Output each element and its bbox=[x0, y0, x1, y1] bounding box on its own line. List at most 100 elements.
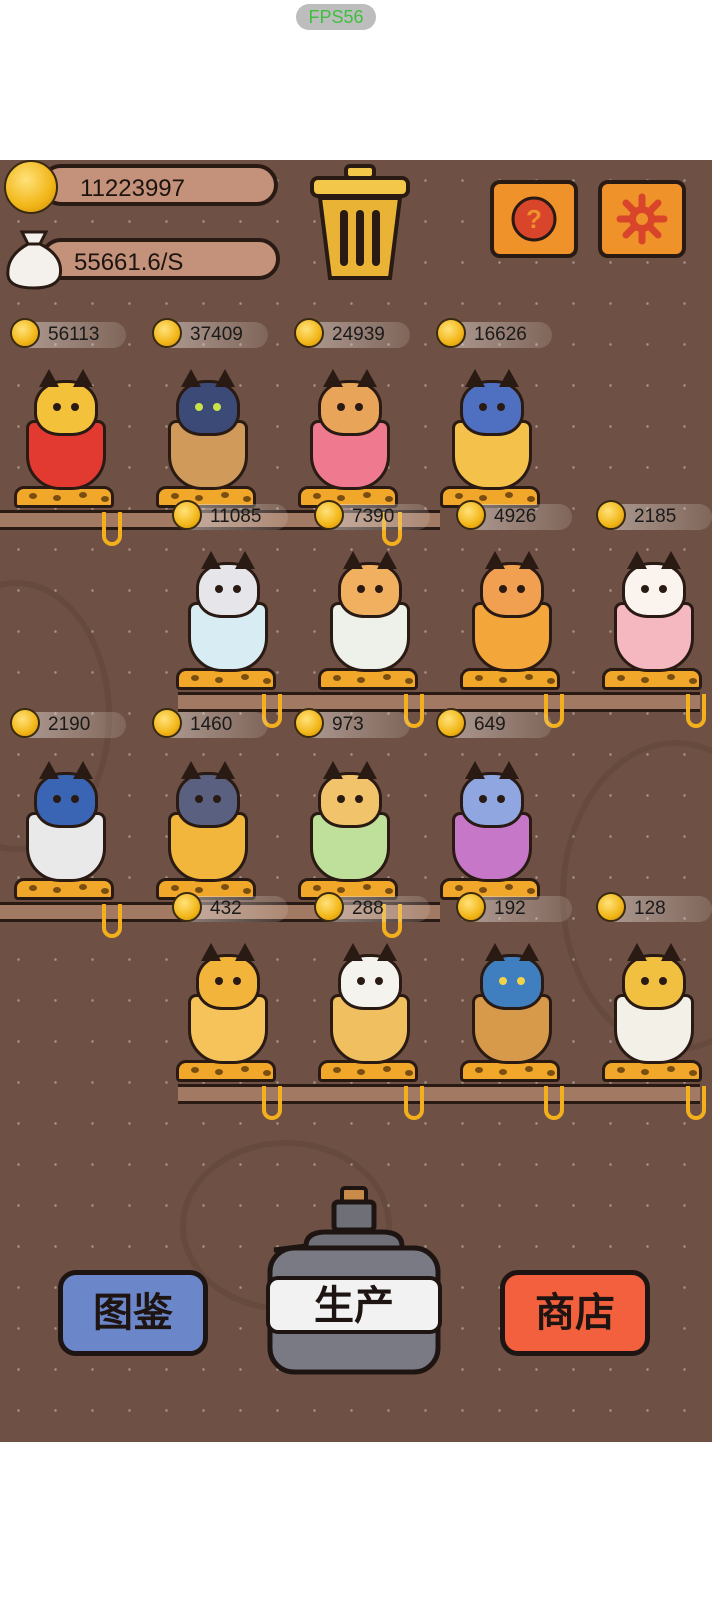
coin-icon bbox=[436, 318, 466, 348]
cat-figure bbox=[480, 551, 544, 618]
coin-icon bbox=[456, 500, 486, 530]
cat-slot[interactable] bbox=[8, 730, 138, 900]
price-value: 649 bbox=[474, 714, 506, 735]
coin-balance-value: 11223997 bbox=[80, 175, 185, 202]
settings-button[interactable] bbox=[598, 180, 686, 258]
cat-figure bbox=[34, 761, 98, 828]
price-tag: 432 bbox=[172, 892, 288, 922]
cat-slot[interactable] bbox=[8, 338, 138, 508]
cat-slot[interactable] bbox=[596, 912, 720, 1082]
shelf-hook bbox=[262, 1086, 282, 1120]
cat-figure bbox=[338, 551, 402, 618]
cat-slot[interactable] bbox=[292, 730, 422, 900]
cat-slot[interactable] bbox=[292, 338, 422, 508]
cat-slot[interactable] bbox=[312, 520, 442, 690]
price-value: 192 bbox=[494, 898, 526, 919]
cat-slot[interactable] bbox=[454, 912, 584, 1082]
price-value: 7390 bbox=[352, 506, 395, 527]
cat-figure bbox=[460, 761, 524, 828]
price-tag: 649 bbox=[436, 708, 552, 738]
shelf-hook bbox=[686, 1086, 706, 1120]
shelf-hook bbox=[544, 1086, 564, 1120]
gear-icon bbox=[616, 193, 668, 245]
cat-figure bbox=[622, 943, 686, 1010]
cat-figure bbox=[338, 943, 402, 1010]
help-button[interactable]: ? bbox=[490, 180, 578, 258]
price-value: 973 bbox=[332, 714, 364, 735]
price-value: 24939 bbox=[332, 324, 385, 345]
question-icon: ? bbox=[511, 196, 557, 242]
cat-slot[interactable] bbox=[170, 520, 300, 690]
cat-slot[interactable] bbox=[150, 338, 280, 508]
cat-figure bbox=[460, 369, 524, 436]
cat-slot[interactable] bbox=[150, 730, 280, 900]
cat-figure bbox=[622, 551, 686, 618]
price-value: 1460 bbox=[190, 714, 233, 735]
cat-figure bbox=[480, 943, 544, 1010]
price-value: 128 bbox=[634, 898, 666, 919]
price-tag: 24939 bbox=[294, 318, 410, 348]
price-tag: 192 bbox=[456, 892, 572, 922]
cat-figure bbox=[34, 369, 98, 436]
income-rate: 55661.6/S bbox=[40, 238, 280, 280]
coin-icon bbox=[436, 708, 466, 738]
price-tag: 128 bbox=[596, 892, 712, 922]
shelf bbox=[178, 692, 700, 712]
price-tag: 4926 bbox=[456, 500, 572, 530]
money-bag-icon bbox=[6, 230, 63, 290]
price-value: 37409 bbox=[190, 324, 243, 345]
cat-figure bbox=[196, 551, 260, 618]
coin-icon bbox=[152, 318, 182, 348]
price-value: 16626 bbox=[474, 324, 527, 345]
price-tag: 16626 bbox=[436, 318, 552, 348]
price-tag: 2190 bbox=[10, 708, 126, 738]
price-tag: 1460 bbox=[152, 708, 268, 738]
price-tag: 37409 bbox=[152, 318, 268, 348]
coin-icon bbox=[294, 708, 324, 738]
price-tag: 288 bbox=[314, 892, 430, 922]
coin-icon bbox=[10, 708, 40, 738]
price-tag: 56113 bbox=[10, 318, 126, 348]
cat-slot[interactable] bbox=[434, 338, 564, 508]
coin-icon bbox=[4, 160, 58, 214]
income-rate-value: 55661.6/S bbox=[74, 249, 184, 276]
coin-icon bbox=[152, 708, 182, 738]
svg-text:?: ? bbox=[526, 204, 542, 234]
price-tag: 11085 bbox=[172, 500, 288, 530]
price-tag: 2185 bbox=[596, 500, 712, 530]
cat-slot[interactable] bbox=[170, 912, 300, 1082]
cat-figure bbox=[318, 369, 382, 436]
coin-icon bbox=[596, 500, 626, 530]
produce-label: 生产 bbox=[314, 1283, 394, 1329]
coin-icon bbox=[294, 318, 324, 348]
price-value: 288 bbox=[352, 898, 384, 919]
coin-icon bbox=[314, 500, 344, 530]
shelf bbox=[178, 1084, 700, 1104]
coin-balance: 11223997 bbox=[40, 164, 278, 206]
coin-icon bbox=[456, 892, 486, 922]
price-tag: 7390 bbox=[314, 500, 430, 530]
coin-icon bbox=[596, 892, 626, 922]
coin-icon bbox=[10, 318, 40, 348]
shelf-hook bbox=[686, 694, 706, 728]
shelf-hook bbox=[404, 1086, 424, 1120]
cat-slot[interactable] bbox=[596, 520, 720, 690]
trash-can-icon[interactable] bbox=[308, 164, 412, 284]
collection-button[interactable]: 图鉴 bbox=[58, 1270, 208, 1356]
price-value: 432 bbox=[210, 898, 242, 919]
cat-slot[interactable] bbox=[312, 912, 442, 1082]
shelf-hook bbox=[102, 904, 122, 938]
coin-icon bbox=[172, 500, 202, 530]
price-value: 2185 bbox=[634, 506, 677, 527]
fps-counter: FPS56 bbox=[296, 4, 376, 30]
cat-slot[interactable] bbox=[434, 730, 564, 900]
coin-icon bbox=[172, 892, 202, 922]
cat-figure bbox=[176, 369, 240, 436]
shop-button[interactable]: 商店 bbox=[500, 1270, 650, 1356]
cat-slot[interactable] bbox=[454, 520, 584, 690]
price-value: 2190 bbox=[48, 714, 91, 735]
shelf-hook bbox=[102, 512, 122, 546]
produce-button[interactable]: 生产 bbox=[266, 1186, 442, 1376]
price-tag: 973 bbox=[294, 708, 410, 738]
cat-figure bbox=[318, 761, 382, 828]
